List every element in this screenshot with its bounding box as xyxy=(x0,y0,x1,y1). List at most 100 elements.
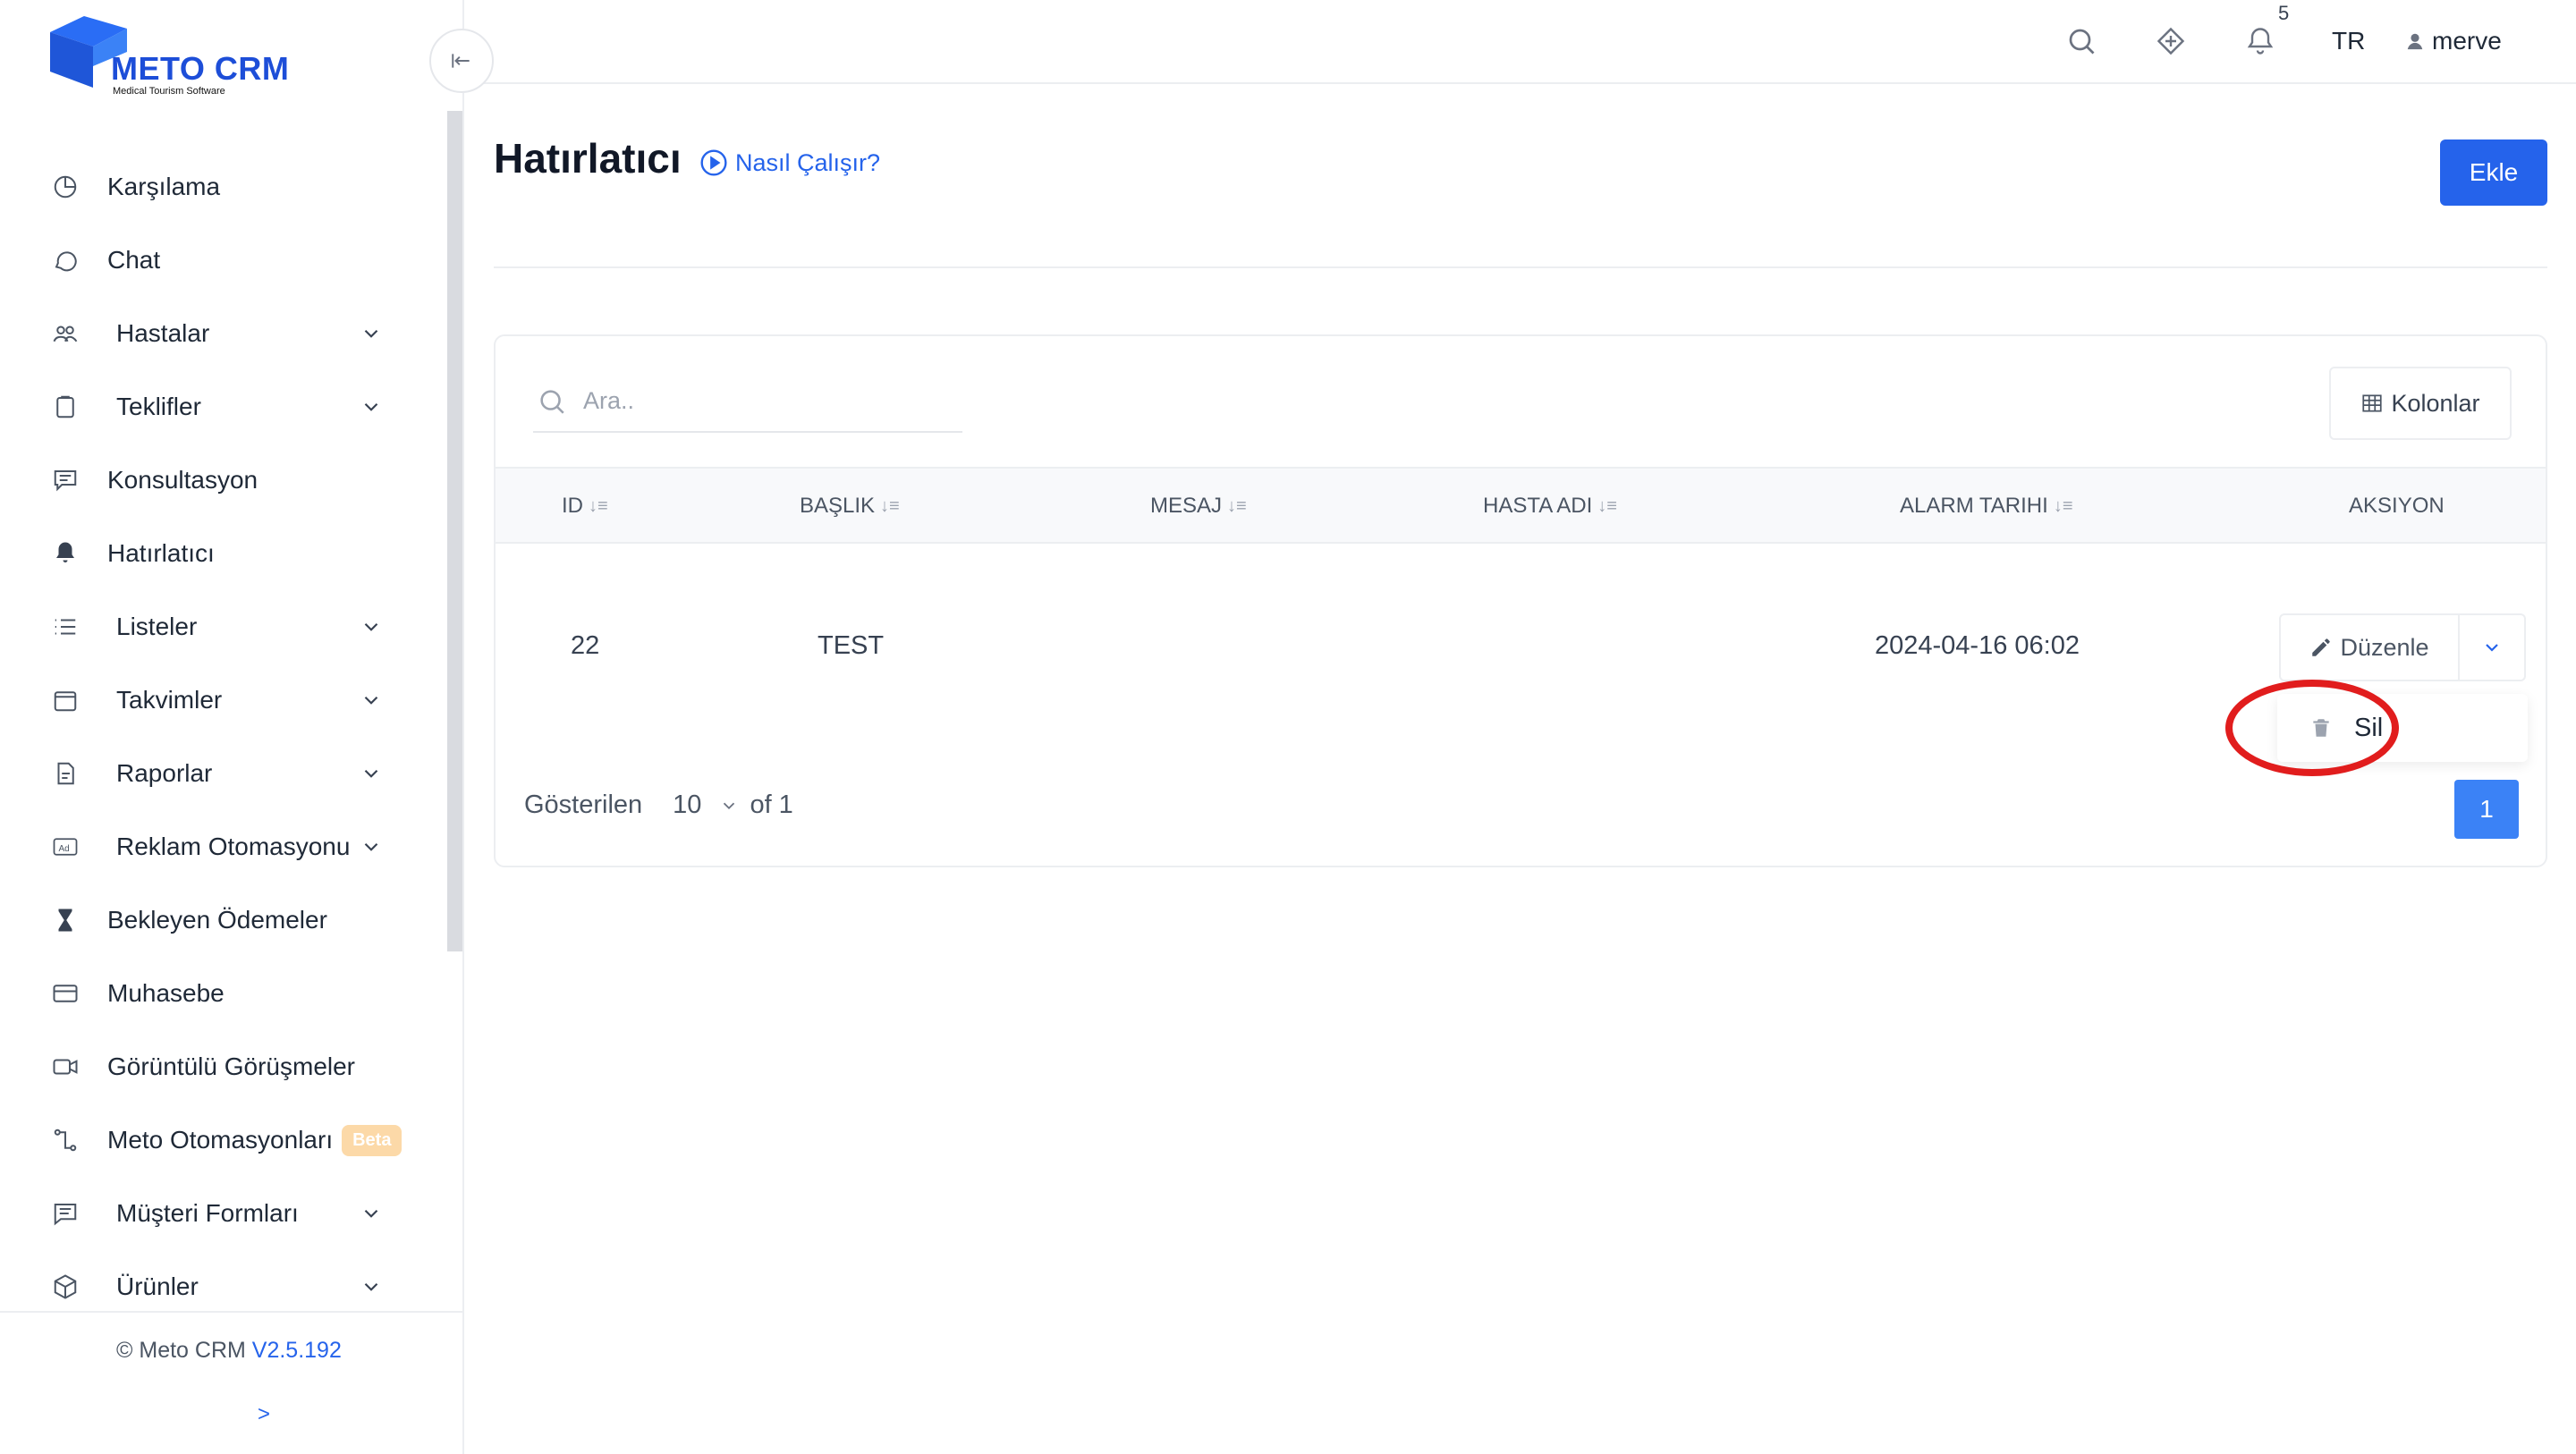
sidebar-item-konsultasyon[interactable]: Konsultasyon xyxy=(0,444,438,517)
version-number: V2.5.192 xyxy=(251,1338,342,1363)
edit-label: Düzenle xyxy=(2340,633,2429,661)
sidebar-item-label: Muhasebe xyxy=(107,979,225,1007)
play-circle-icon xyxy=(700,149,727,176)
sidebar-item-chat[interactable]: Chat xyxy=(0,224,438,297)
pagination-info: Gösterilen 10 of 1 xyxy=(524,790,793,820)
language-switcher[interactable]: TR xyxy=(2332,27,2365,55)
diamond-shortcut-icon[interactable] xyxy=(2155,25,2187,57)
sidebar-item-muhasebe[interactable]: Muhasebe xyxy=(0,957,438,1030)
actions-dropdown-toggle[interactable] xyxy=(2460,615,2524,680)
sort-icon: ↓≡ xyxy=(1227,495,1247,516)
user-menu[interactable]: merve xyxy=(2405,27,2502,55)
page-size-select[interactable]: 10 xyxy=(673,790,701,820)
box-icon xyxy=(50,1272,80,1302)
header-label: HASTA ADI xyxy=(1483,494,1593,518)
beta-badge: Beta xyxy=(342,1124,402,1156)
search-input[interactable] xyxy=(583,381,941,420)
row-action-group: Düzenle xyxy=(2279,613,2526,681)
dashboard-icon xyxy=(50,172,80,202)
columns-label: Kolonlar xyxy=(2391,389,2480,417)
sidebar-item-label: Reklam Otomasyonu xyxy=(116,833,351,860)
logo[interactable]: METO CRM Medical Tourism Software xyxy=(50,13,309,102)
header-alarm-tarihi[interactable]: ALARM TARIHI ↓≡ xyxy=(1900,494,2072,519)
add-button[interactable]: Ekle xyxy=(2440,139,2547,206)
chevron-down-icon[interactable] xyxy=(360,835,383,858)
chevron-down-icon[interactable] xyxy=(360,1202,383,1225)
sidebar-item-listeler[interactable]: Listeler xyxy=(0,590,438,664)
highlight-annotation-circle xyxy=(2225,680,2399,776)
header-aksiyon: AKSIYON xyxy=(2349,494,2445,519)
sidebar-item-takvimler[interactable]: Takvimler xyxy=(0,664,438,737)
chevron-down-icon[interactable] xyxy=(360,395,383,418)
how-it-works-link[interactable]: Nasıl Çalışır? xyxy=(699,148,880,177)
clipboard-icon xyxy=(50,392,80,422)
sidebar: METO CRM Medical Tourism Software Karşıl… xyxy=(0,0,464,1454)
cell-title: TEST xyxy=(818,631,885,660)
cell-id: 22 xyxy=(571,631,600,660)
logo-title: METO CRM xyxy=(111,50,290,87)
sort-icon: ↓≡ xyxy=(589,495,608,516)
page-title: Hatırlatıcı xyxy=(494,135,682,182)
sidebar-item-label: Ürünler xyxy=(116,1272,199,1300)
pencil-icon xyxy=(2312,638,2331,656)
edit-button[interactable]: Düzenle xyxy=(2281,615,2460,680)
columns-button[interactable]: Kolonlar xyxy=(2329,367,2512,440)
table-icon xyxy=(2362,394,2383,412)
copyright: © Meto CRM xyxy=(116,1338,246,1363)
bell-icon xyxy=(50,538,80,569)
chevron-down-icon[interactable] xyxy=(360,689,383,712)
svg-text:Ad: Ad xyxy=(59,844,70,854)
search-icon xyxy=(540,390,564,414)
message-icon xyxy=(50,465,80,495)
report-icon xyxy=(50,758,80,789)
collapse-sidebar-button[interactable] xyxy=(429,29,494,93)
sidebar-item-label: Bekleyen Ödemeler xyxy=(107,906,327,934)
chat-icon xyxy=(50,245,80,275)
sidebar-item-teklifler[interactable]: Teklifler xyxy=(0,370,438,444)
sidebar-item-label: Hastalar xyxy=(116,319,210,347)
sidebar-item-hastalar[interactable]: Hastalar xyxy=(0,297,438,370)
chevron-down-icon[interactable] xyxy=(360,762,383,785)
header-label: AKSIYON xyxy=(2349,494,2445,518)
sidebar-item-label: Meto Otomasyonları xyxy=(107,1126,334,1154)
sidebar-item-label: Müşteri Formları xyxy=(116,1199,299,1227)
sidebar-item-bekleyen-odemeler[interactable]: Bekleyen Ödemeler xyxy=(0,883,438,957)
search-box xyxy=(533,376,962,433)
header-id[interactable]: ID ↓≡ xyxy=(562,494,608,519)
header-mesaj[interactable]: MESAJ ↓≡ xyxy=(1150,494,1247,519)
sidebar-nav: Karşılama Chat Hastalar Teklifler Konsul… xyxy=(0,150,438,1323)
sidebar-item-label: Karşılama xyxy=(107,173,221,200)
header-hasta-adi[interactable]: HASTA ADI ↓≡ xyxy=(1483,494,1617,519)
sidebar-item-musteri-formlari[interactable]: Müşteri Formları xyxy=(0,1177,438,1250)
chevron-down-icon[interactable] xyxy=(719,796,739,816)
sidebar-footer: © Meto CRM V2.5.192 > xyxy=(0,1311,464,1454)
sidebar-item-reklam-otomasyonu[interactable]: Ad Reklam Otomasyonu xyxy=(0,810,438,883)
form-icon xyxy=(50,1198,80,1229)
notification-bell-icon[interactable] xyxy=(2244,25,2276,57)
sidebar-item-karsilama[interactable]: Karşılama xyxy=(0,150,438,224)
page-button-1[interactable]: 1 xyxy=(2454,780,2519,839)
sidebar-item-goruntulu-gorusmeler[interactable]: Görüntülü Görüşmeler xyxy=(0,1030,438,1103)
header-label: BAŞLIK xyxy=(800,494,876,518)
sidebar-item-hatirlatici[interactable]: Hatırlatıcı xyxy=(0,517,438,590)
how-it-works-label: Nasıl Çalışır? xyxy=(735,148,881,176)
collapse-arrow-icon xyxy=(452,54,470,68)
chevron-down-icon[interactable] xyxy=(360,615,383,638)
header-baslik[interactable]: BAŞLIK ↓≡ xyxy=(800,494,900,519)
sidebar-item-label: Hatırlatıcı xyxy=(107,539,215,567)
chevron-down-icon[interactable] xyxy=(360,322,383,345)
reminders-table-card: Kolonlar ID↓≡ BAŞLIK↓≡ MESAJ↓≡ HASTA ADI… xyxy=(494,334,2547,867)
sidebar-item-raporlar[interactable]: Raporlar xyxy=(0,737,438,810)
sidebar-item-label: Takvimler xyxy=(116,686,223,714)
expand-sidebar-button[interactable]: > xyxy=(258,1402,270,1427)
pagination-label: Gösterilen xyxy=(524,790,643,819)
sidebar-item-meto-otomasyonlari[interactable]: Meto Otomasyonları Beta xyxy=(0,1103,438,1177)
divider xyxy=(494,266,2547,268)
hourglass-icon xyxy=(50,905,80,935)
sidebar-scrollbar[interactable] xyxy=(447,111,462,951)
sidebar-item-label: Raporlar xyxy=(116,759,213,787)
chevron-down-icon[interactable] xyxy=(360,1275,383,1298)
sort-icon: ↓≡ xyxy=(1597,495,1617,516)
sidebar-item-label: Konsultasyon xyxy=(107,466,258,494)
search-icon[interactable] xyxy=(2065,25,2097,57)
